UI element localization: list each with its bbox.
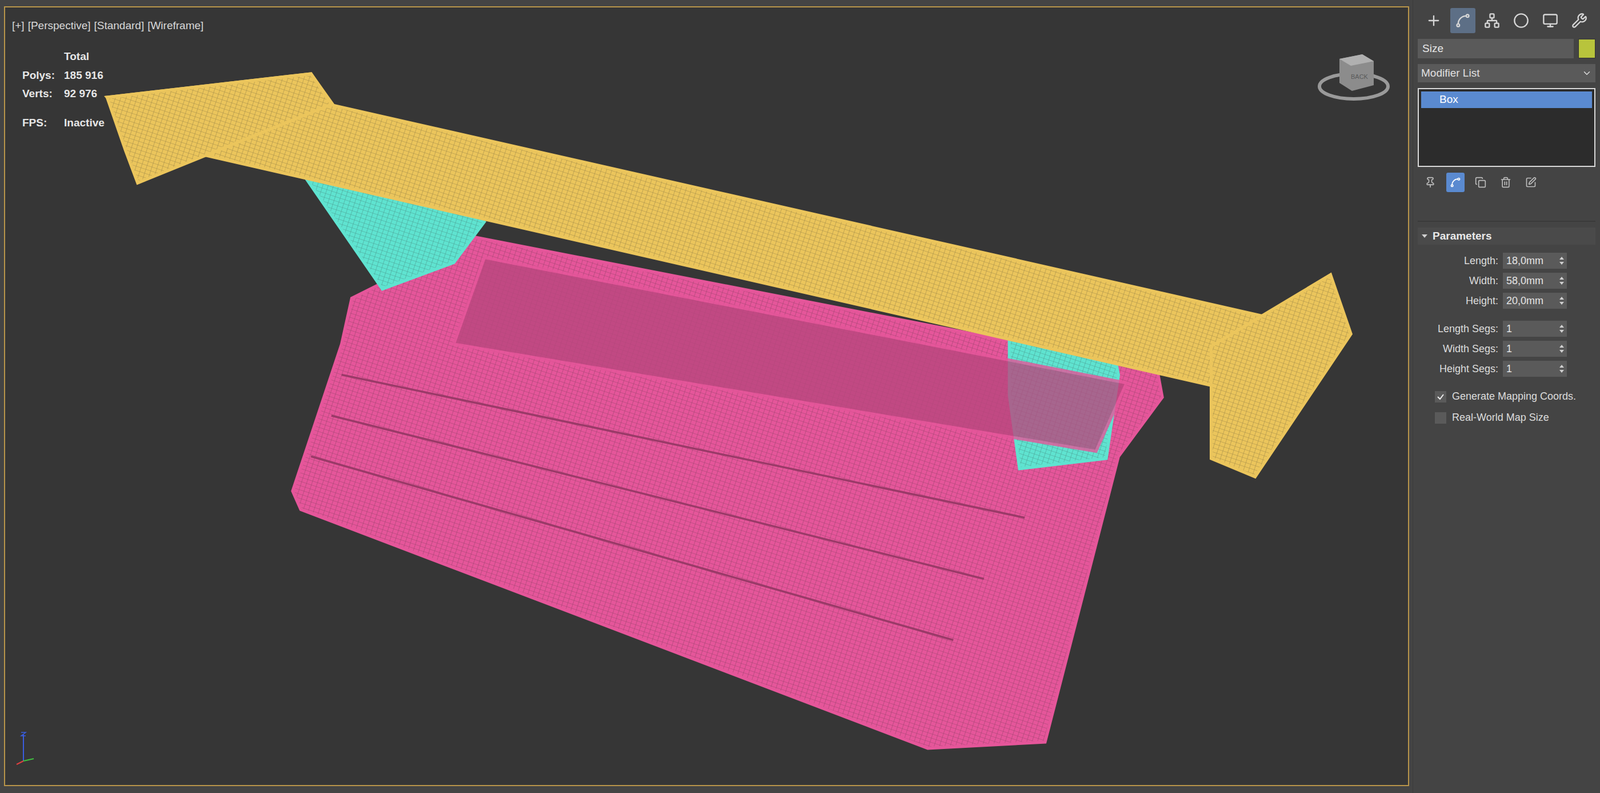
checkbox-row[interactable]: Generate Mapping Coords. <box>1434 388 1596 404</box>
display-tab[interactable] <box>1537 8 1563 34</box>
param-row: Length: 18,0mm <box>1417 252 1596 269</box>
spinner-value: 20,0mm <box>1506 295 1544 306</box>
spinner-value: 1 <box>1506 363 1512 374</box>
rollout-arrow-icon <box>1421 232 1428 240</box>
spinner-value: 1 <box>1506 343 1512 354</box>
rollout-header[interactable]: Parameters <box>1417 227 1596 245</box>
checkbox-label: Real-World Map Size <box>1452 409 1550 426</box>
checkbox-row[interactable]: Real-World Map Size <box>1434 409 1596 426</box>
separator <box>1417 220 1596 222</box>
utilities-tab[interactable] <box>1566 8 1592 34</box>
spinner-field[interactable]: 1 <box>1502 340 1567 357</box>
checkbox[interactable] <box>1434 412 1447 424</box>
wireframe-mesh[interactable] <box>5 7 1408 785</box>
create-tab[interactable] <box>1421 8 1447 34</box>
fps-value: Inactive <box>64 114 105 132</box>
show-end-button[interactable] <box>1446 172 1465 192</box>
modify-icon <box>1454 12 1471 29</box>
spinner-field[interactable]: 1 <box>1502 360 1567 377</box>
unique-button[interactable] <box>1471 172 1490 192</box>
fps-label: FPS: <box>22 114 55 132</box>
viewport-label-item[interactable]: [Wireframe] <box>147 17 204 35</box>
param-label: Width: <box>1469 273 1499 289</box>
modifier-list-dropdown[interactable]: Modifier List <box>1417 64 1596 83</box>
param-row: Height: 20,0mm <box>1417 292 1596 309</box>
viewport-label-item[interactable]: [+] <box>12 17 25 35</box>
spinner-arrows-icon[interactable] <box>1558 255 1565 266</box>
dropdown-icon <box>1581 68 1592 79</box>
configure-button[interactable] <box>1521 172 1540 192</box>
svg-text:BACK: BACK <box>1350 73 1369 80</box>
spinner-arrows-icon[interactable] <box>1558 295 1565 306</box>
stats-value: 92 976 <box>64 85 105 103</box>
motion-tab[interactable] <box>1508 8 1534 34</box>
name-field[interactable]: Size <box>1417 38 1574 59</box>
hierarchy-tab[interactable] <box>1479 8 1505 34</box>
spinner-arrows-icon[interactable] <box>1558 275 1565 286</box>
spinner-field[interactable]: 1 <box>1502 320 1567 337</box>
param-label: Height Segs: <box>1439 361 1499 377</box>
param-label: Height: <box>1465 293 1499 309</box>
viewcube-icon[interactable]: BACK <box>1316 41 1391 105</box>
spinner-arrows-icon[interactable] <box>1558 363 1565 374</box>
remove-icon <box>1500 176 1512 188</box>
command-panel: Size Modifier List Box Parameters Length: 18,… <box>1412 0 1600 793</box>
viewport[interactable]: [+][Perspective][Standard][Wireframe] Tot… <box>4 6 1410 786</box>
viewport-label-item[interactable]: [Standard] <box>93 17 144 35</box>
spinner-arrows-icon[interactable] <box>1558 343 1565 354</box>
spinner-arrows-icon[interactable] <box>1558 323 1565 334</box>
configure-icon <box>1525 176 1537 188</box>
hierarchy-icon <box>1484 12 1500 29</box>
stats-value: 185 916 <box>64 67 105 84</box>
stack-item[interactable]: Box <box>1421 91 1592 108</box>
pin-button[interactable] <box>1421 172 1440 192</box>
wing-mesh[interactable] <box>106 73 332 183</box>
modify-tab[interactable] <box>1450 8 1476 34</box>
param-row: Height Segs: 1 <box>1417 360 1596 377</box>
viewport-label-item[interactable]: [Perspective] <box>28 17 91 35</box>
param-label: Length: <box>1464 253 1499 269</box>
stats-label: Polys: <box>22 67 55 84</box>
spinner-value: 18,0mm <box>1506 255 1544 266</box>
stats-header: Total <box>64 48 105 66</box>
parameters-rollout: Parameters Length: 18,0mm Width: 58,0mm Heigh… <box>1417 227 1596 426</box>
motion-icon <box>1513 12 1530 29</box>
utilities-icon <box>1571 12 1588 29</box>
spinner-field[interactable]: 20,0mm <box>1502 292 1567 309</box>
spinner-field[interactable]: 58,0mm <box>1502 272 1567 289</box>
param-label: Width Segs: <box>1442 341 1499 357</box>
spinner-value: 1 <box>1506 323 1512 334</box>
param-label: Length Segs: <box>1437 321 1499 337</box>
app-window: [+][Perspective][Standard][Wireframe] Tot… <box>0 0 1600 793</box>
create-icon <box>1425 12 1442 29</box>
stats-label: Verts: <box>22 85 55 103</box>
object-color-swatch[interactable] <box>1578 38 1596 59</box>
check-icon <box>1436 392 1445 401</box>
param-row: Length Segs: 1 <box>1417 320 1596 337</box>
wing-mesh[interactable] <box>1211 274 1351 477</box>
command-tabs <box>1417 8 1596 34</box>
pin-icon <box>1424 176 1436 188</box>
unique-icon <box>1474 176 1487 188</box>
spinner-value: 58,0mm <box>1506 275 1544 286</box>
checkbox[interactable] <box>1434 390 1447 403</box>
viewport-area: [+][Perspective][Standard][Wireframe] Tot… <box>0 0 1413 793</box>
stats-overlay: Total Polys: 185 916 Verts: 92 976 FPS: Inacti… <box>22 48 105 131</box>
stack-toolbar <box>1417 172 1596 192</box>
spinner-field[interactable]: 18,0mm <box>1502 252 1567 269</box>
axis-tripod-icon <box>13 728 48 769</box>
checkbox-label: Generate Mapping Coords. <box>1452 388 1576 404</box>
name-row: Size <box>1417 38 1596 59</box>
param-row: Width Segs: 1 <box>1417 340 1596 357</box>
remove-button[interactable] <box>1496 172 1515 192</box>
viewport-label[interactable]: [+][Perspective][Standard][Wireframe] <box>12 17 204 35</box>
modifier-stack: Box <box>1417 88 1596 167</box>
param-row: Width: 58,0mm <box>1417 272 1596 289</box>
show-end-icon <box>1449 176 1462 188</box>
display-icon <box>1542 12 1559 29</box>
